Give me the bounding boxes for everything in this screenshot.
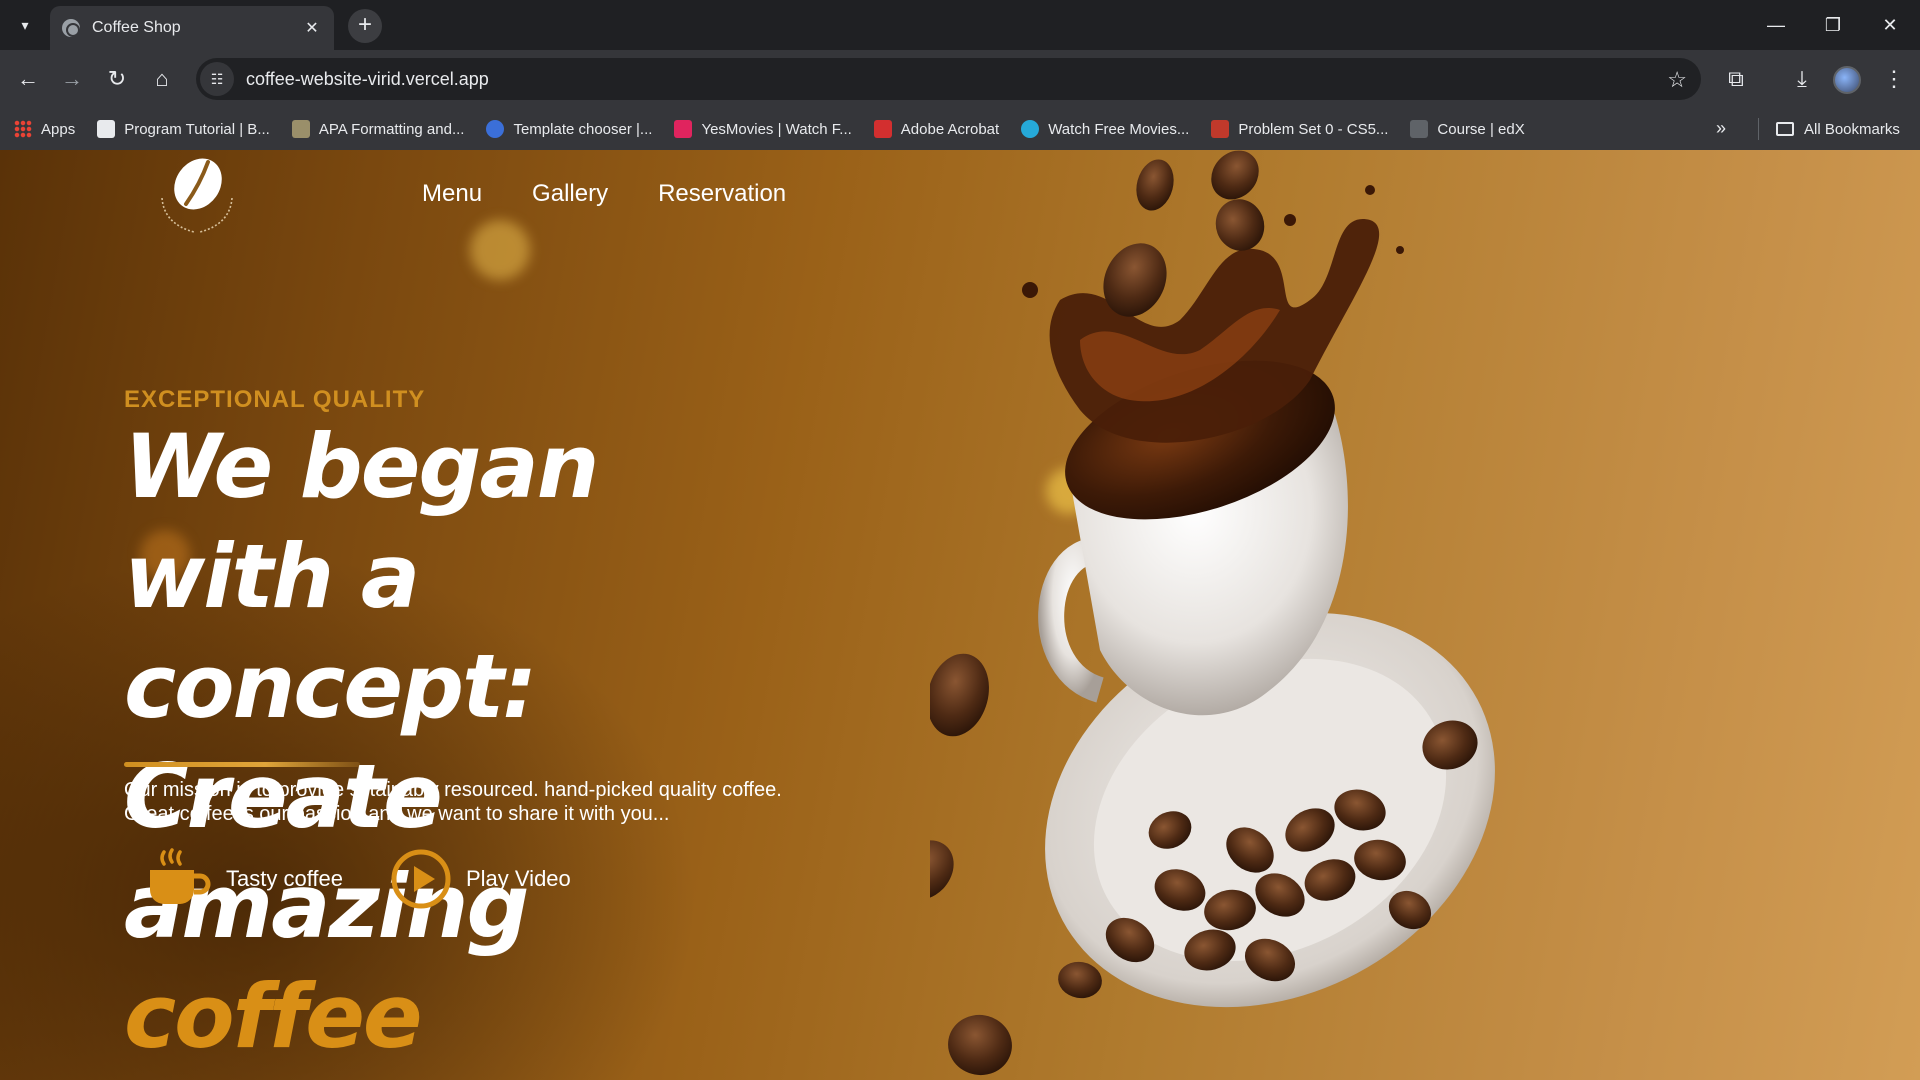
problem-set-icon: [1211, 120, 1230, 138]
nav-reservation-link[interactable]: Reservation: [658, 180, 786, 208]
tasty-coffee-label: Tasty coffee: [226, 866, 343, 891]
bookmark-item[interactable]: Problem Set 0 - CS5...: [1211, 120, 1388, 138]
minimize-icon[interactable]: —: [1756, 10, 1796, 40]
apps-grid-icon: [14, 120, 32, 138]
all-bookmarks-label: All Bookmarks: [1804, 120, 1900, 138]
yesmovies-icon: [674, 120, 693, 138]
new-tab-button[interactable]: +: [348, 9, 382, 43]
tab-coffee-shop[interactable]: Coffee Shop ✕: [50, 6, 334, 50]
coffee-cup-icon: [150, 848, 211, 904]
coffee-landing-page: Menu Gallery Reservation EXCEPTIONAL QUA…: [0, 150, 1920, 1080]
bookmark-label: Template chooser |...: [513, 120, 653, 138]
bookmark-item[interactable]: Course | edX: [1410, 120, 1525, 138]
more-menu-icon[interactable]: ⋮: [1878, 63, 1910, 95]
bookmark-label: YesMovies | Watch F...: [701, 120, 852, 138]
nav-menu-link[interactable]: Menu: [422, 180, 482, 208]
bookmark-star-icon[interactable]: ☆: [1667, 67, 1687, 93]
apa-site-icon: [291, 120, 310, 138]
main-nav: Menu Gallery Reservation: [422, 180, 786, 208]
tasty-coffee-button[interactable]: Tasty coffee: [148, 848, 343, 910]
address-bar[interactable]: ☷ coffee-website-virid.vercel.app ☆: [196, 58, 1701, 100]
nav-gallery-link[interactable]: Gallery: [532, 180, 608, 208]
tab-strip: ▾ Coffee Shop ✕ + — ❐ ✕: [0, 0, 1920, 50]
coffee-bean-logo-icon[interactable]: [148, 154, 246, 236]
coffee-cup-splash-image: [930, 150, 1495, 1076]
folder-icon: [1776, 122, 1794, 136]
back-arrow-icon[interactable]: ←: [12, 63, 44, 95]
profile-avatar[interactable]: [1833, 66, 1861, 94]
bookmark-label: Course | edX: [1437, 120, 1525, 138]
bookmark-label: Apps: [41, 120, 76, 138]
play-video-button[interactable]: Play Video: [390, 848, 571, 910]
home-icon[interactable]: ⌂: [146, 63, 178, 95]
globe-icon: [62, 19, 80, 37]
bookmarks-overflow-icon[interactable]: »: [1716, 118, 1726, 139]
extensions-icon[interactable]: ⧉: [1720, 63, 1752, 95]
headline-underline: [124, 762, 360, 767]
bookmarks-divider: [1758, 118, 1759, 140]
restore-icon[interactable]: ❐: [1813, 10, 1853, 40]
reload-icon[interactable]: ↻: [101, 63, 133, 95]
bookmark-label: Adobe Acrobat: [900, 120, 1000, 138]
bookmarks-bar: Apps Program Tutorial | B... APA Formatt…: [0, 108, 1920, 150]
browser-toolbar: ← → ↻ ⌂ ☷ coffee-website-virid.vercel.ap…: [0, 50, 1920, 108]
close-window-icon[interactable]: ✕: [1870, 10, 1910, 40]
tab-search-chevron-icon[interactable]: ▾: [12, 12, 38, 38]
hero-headline: We began with a concept: Create amazing …: [124, 412, 824, 1072]
bookmark-item[interactable]: APA Formatting and...: [291, 120, 465, 138]
template-site-icon: [486, 120, 505, 138]
adobe-acrobat-icon: [873, 120, 892, 138]
close-tab-icon[interactable]: ✕: [302, 18, 322, 38]
bookmark-item[interactable]: Template chooser |...: [486, 120, 652, 138]
mission-line: Great coffee is our passion and we want …: [124, 803, 670, 825]
bokeh-light: [470, 220, 530, 280]
tab-title: Coffee Shop: [92, 19, 181, 36]
bookmark-item[interactable]: YesMovies | Watch F...: [674, 120, 852, 138]
site-info-icon[interactable]: ☷: [200, 62, 234, 96]
all-bookmarks-button[interactable]: All Bookmarks: [1776, 108, 1900, 150]
bookmark-item[interactable]: Apps: [14, 120, 75, 138]
download-icon[interactable]: ⤓: [1786, 63, 1818, 95]
mission-line: Our mission is to provide sstainably res…: [124, 779, 782, 801]
url-text[interactable]: coffee-website-virid.vercel.app: [246, 69, 489, 90]
bookmark-label: Program Tutorial | B...: [124, 120, 270, 138]
bookmark-item[interactable]: Program Tutorial | B...: [97, 120, 270, 138]
mission-text: Our mission is to provide sstainably res…: [124, 778, 844, 826]
headline-accent-word: coffee: [124, 965, 423, 1068]
bookmark-item[interactable]: Adobe Acrobat: [873, 120, 1000, 138]
play-site-icon: [1021, 120, 1040, 138]
bookmark-item[interactable]: Watch Free Movies...: [1021, 120, 1189, 138]
forward-arrow-icon[interactable]: →: [56, 63, 88, 95]
hero-eyebrow: EXCEPTIONAL QUALITY: [124, 386, 426, 413]
bookmark-label: APA Formatting and...: [318, 120, 465, 138]
play-circle-icon: [391, 849, 451, 909]
page-icon: [97, 120, 116, 138]
bookmark-label: Watch Free Movies...: [1048, 120, 1190, 138]
bookmark-label: Problem Set 0 - CS5...: [1238, 120, 1389, 138]
play-video-label: Play Video: [466, 866, 571, 891]
edx-icon: [1410, 120, 1429, 138]
